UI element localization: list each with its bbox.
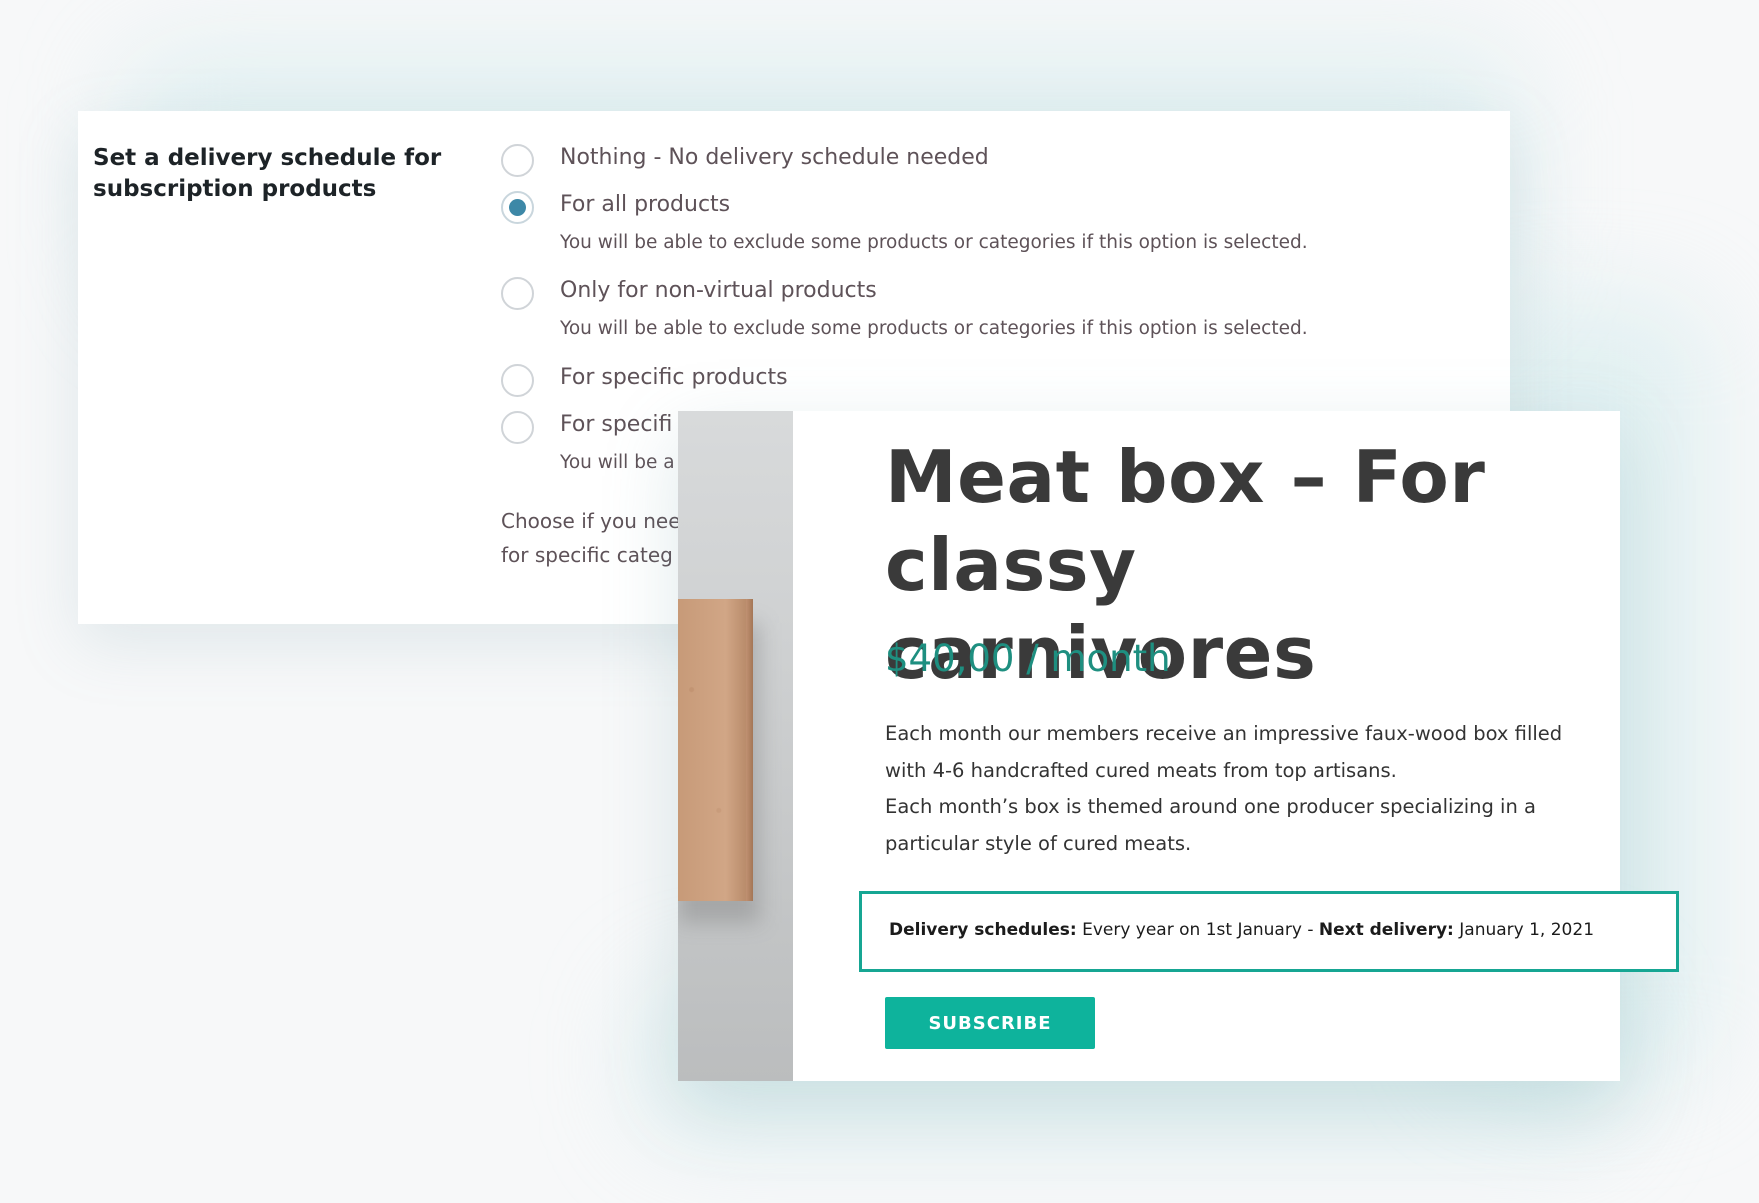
subscribe-button[interactable]: SUBSCRIBE: [885, 997, 1095, 1049]
product-card: Meat box – For classy carnivores $40,00 …: [678, 411, 1679, 1081]
product-image: [678, 411, 793, 1081]
delivery-schedule-label: Delivery schedules:: [889, 920, 1077, 940]
radio-all-products-selected[interactable]: [501, 191, 534, 224]
radio-non-virtual-products[interactable]: [501, 277, 534, 310]
next-delivery-value: January 1, 2021: [1459, 920, 1595, 940]
option-label[interactable]: For all products: [560, 192, 730, 217]
option-label[interactable]: Only for non-virtual products: [560, 278, 877, 303]
option-description: You will be able to exclude some product…: [560, 232, 1308, 253]
cardboard-box-edge: [746, 599, 753, 901]
description-paragraph: Each month our members receive an impres…: [885, 722, 1563, 782]
radio-specific-products[interactable]: [501, 364, 534, 397]
delivery-info-text: Delivery schedules: Every year on 1st Ja…: [889, 920, 1594, 940]
option-label[interactable]: For specifi: [560, 412, 672, 437]
option-description: You will be a: [560, 452, 675, 473]
radio-specific-categories[interactable]: [501, 411, 534, 444]
option-description: You will be able to exclude some product…: [560, 318, 1308, 339]
option-label[interactable]: For specific products: [560, 365, 788, 390]
settings-label: Set a delivery schedule for subscription…: [93, 145, 442, 202]
radio-nothing[interactable]: [501, 144, 534, 177]
delivery-separator: -: [1307, 920, 1314, 940]
delivery-info-box: Delivery schedules: Every year on 1st Ja…: [859, 891, 1679, 972]
product-price: $40,00 / month: [885, 637, 1171, 680]
cardboard-box-image: [678, 599, 746, 901]
delivery-schedule-value: Every year on 1st January: [1082, 920, 1302, 940]
description-paragraph: Each month’s box is themed around one pr…: [885, 795, 1536, 855]
option-label[interactable]: Nothing - No delivery schedule needed: [560, 145, 989, 170]
product-description: Each month our members receive an impres…: [885, 716, 1605, 862]
next-delivery-label: Next delivery:: [1318, 920, 1454, 940]
